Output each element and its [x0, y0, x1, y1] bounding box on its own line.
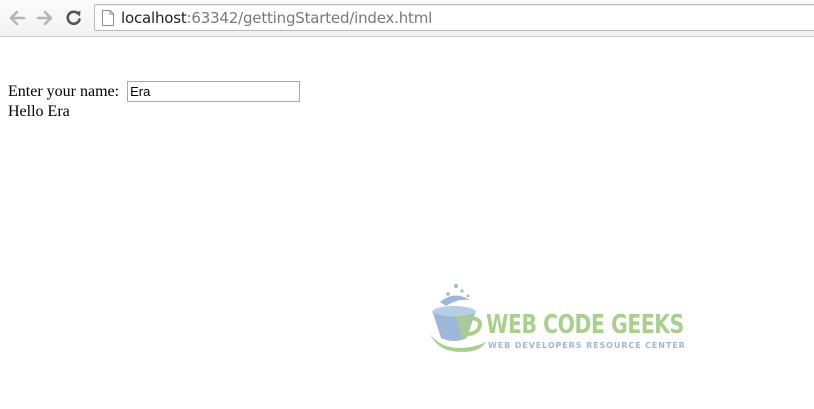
logo-title: WEB CODE GEEKS — [486, 310, 684, 340]
page-icon — [102, 10, 114, 26]
logo-cup-icon — [430, 284, 486, 352]
back-button[interactable] — [5, 6, 29, 30]
arrow-right-icon — [36, 10, 53, 26]
url-text[interactable]: localhost:63342/gettingStarted/index.htm… — [121, 9, 432, 27]
reload-button[interactable] — [62, 6, 86, 30]
web-code-geeks-logo: WEB CODE GEEKS WEB DEVELOPERS RESOURCE C… — [428, 282, 685, 356]
name-row: Enter your name: — [8, 81, 301, 102]
name-input[interactable] — [127, 81, 301, 102]
forward-button[interactable] — [33, 6, 57, 30]
name-label: Enter your name: — [8, 82, 124, 100]
greeting-text: Hello Era — [8, 103, 70, 120]
reload-icon — [66, 10, 81, 26]
url-host: localhost — [121, 9, 187, 27]
url-path: :63342/gettingStarted/index.html — [186, 9, 433, 27]
arrow-left-icon — [9, 10, 26, 26]
page-content: Enter your name: Hello Era — [8, 81, 301, 121]
browser-toolbar: localhost:63342/gettingStarted/index.htm… — [0, 0, 814, 37]
address-bar[interactable]: localhost:63342/gettingStarted/index.htm… — [94, 4, 814, 31]
logo-subtitle: WEB DEVELOPERS RESOURCE CENTER — [488, 341, 686, 350]
